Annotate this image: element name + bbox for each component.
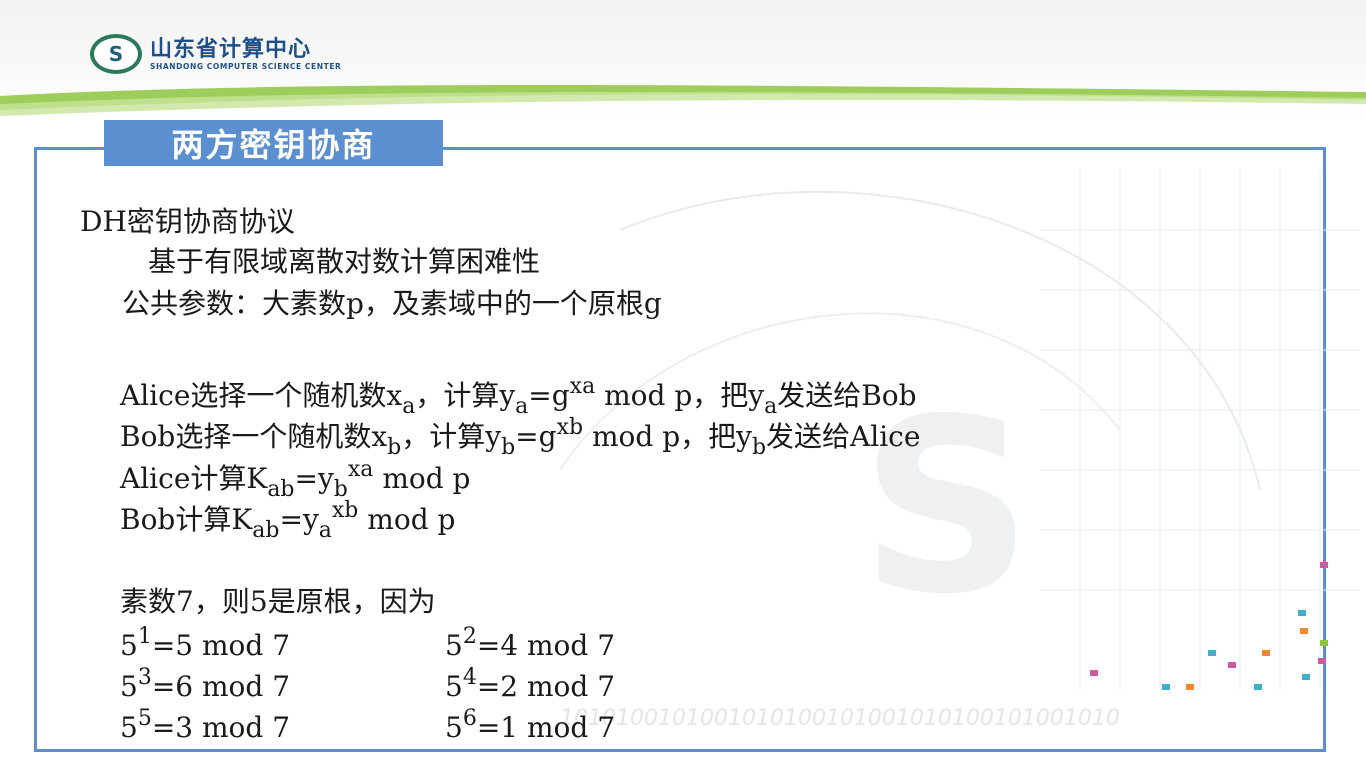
emblem-icon: S bbox=[90, 34, 142, 74]
bob-step-line: Bob选择一个随机数xb，计算yb=gxb mod p，把yb发送给Alice bbox=[120, 415, 921, 460]
logo-english-name: SHANDONG COMPUTER SCIENCE CENTER bbox=[150, 61, 342, 71]
protocol-basis: 基于有限域离散对数计算困难性 bbox=[148, 245, 541, 278]
bob-key-line: Bob计算Kab=yaxb mod p bbox=[120, 498, 456, 543]
power-item: 55=3 mod 7 bbox=[120, 706, 291, 744]
public-parameters: 公共参数：大素数p，及素域中的一个原根g bbox=[122, 287, 662, 320]
background-watermark: S 10101001010010101001010010101001010010… bbox=[560, 170, 1360, 731]
protocol-name: DH密钥协商协议 bbox=[80, 205, 295, 238]
svg-text:101010010100101010010100101010: 1010100101001010100101001010100101001010 bbox=[560, 706, 1120, 731]
alice-step-line: Alice选择一个随机数xa，计算ya=gxa mod p，把ya发送给Bob bbox=[120, 374, 917, 419]
alice-key-line: Alice计算Kab=ybxa mod p bbox=[120, 457, 471, 502]
organization-logo: S 山东省计算中心 SHANDONG COMPUTER SCIENCE CENT… bbox=[90, 34, 390, 74]
example-intro: 素数7，则5是原根，因为 bbox=[120, 585, 436, 618]
logo-chinese-name: 山东省计算中心 bbox=[150, 36, 312, 62]
power-item: 53=6 mod 7 bbox=[120, 665, 291, 703]
power-item: 51=5 mod 7 bbox=[120, 624, 291, 662]
power-item: 56=1 mod 7 bbox=[445, 706, 616, 744]
power-item: 52=4 mod 7 bbox=[445, 624, 616, 662]
slide-title: 两方密钥协商 bbox=[171, 126, 376, 164]
green-swoosh-decoration bbox=[0, 85, 1366, 116]
slide-title-box: 两方密钥协商 bbox=[104, 120, 443, 166]
power-item: 54=2 mod 7 bbox=[445, 665, 616, 703]
